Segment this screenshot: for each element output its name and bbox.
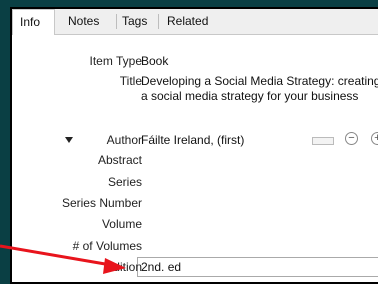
field-label: Abstract [97, 153, 142, 167]
tab-notes[interactable]: Notes [68, 9, 99, 34]
field-label: Item Type [89, 54, 142, 68]
minus-circle-icon[interactable]: − [345, 132, 358, 145]
field-label: Volume [101, 217, 142, 231]
plus-circle-icon[interactable]: + [371, 132, 378, 145]
author-value[interactable]: Fáilte Ireland, (first) [141, 133, 244, 147]
tab-divider [158, 14, 159, 29]
name-mode-toggle[interactable] [312, 137, 334, 145]
info-pane: Item Type Book Title Developing a Social… [12, 35, 378, 282]
edition-value[interactable]: 2nd. ed [141, 260, 181, 274]
field-label: Edition [105, 260, 142, 274]
item-pane-tabs: Info Notes Tags Related [12, 9, 378, 35]
tab-info[interactable]: Info [12, 9, 55, 35]
field-label: # of Volumes [72, 239, 142, 253]
item-type-value[interactable]: Book [141, 54, 168, 68]
tab-related[interactable]: Related [167, 9, 208, 34]
tab-tags[interactable]: Tags [122, 9, 147, 34]
triangle-down-icon[interactable] [65, 137, 73, 143]
field-label: Series [107, 175, 142, 189]
field-label: Series Number [61, 196, 142, 210]
field-label: Title [119, 74, 142, 88]
title-value[interactable]: Developing a Social Media Strategy: crea… [141, 74, 378, 103]
tab-divider [116, 14, 117, 29]
creator-type-label[interactable]: Author [107, 133, 142, 147]
